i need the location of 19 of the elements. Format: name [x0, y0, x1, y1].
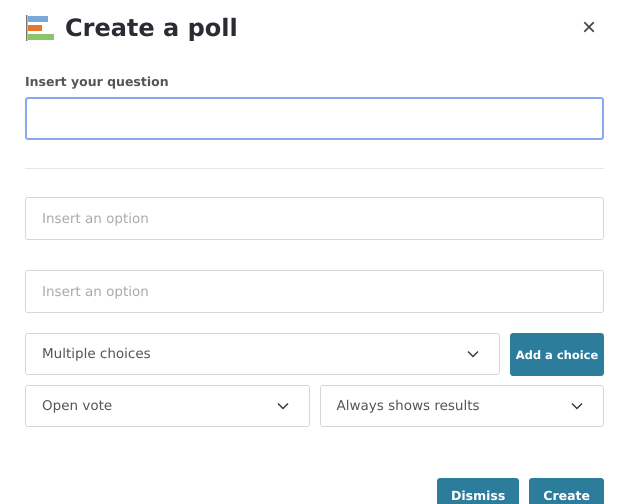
select-value: Always shows results	[336, 398, 480, 414]
choice-type-dropdown[interactable]: Multiple choices	[25, 333, 500, 375]
question-field[interactable]	[25, 97, 604, 140]
option-field[interactable]: Insert an option	[25, 197, 604, 240]
footer-button[interactable]: Dismiss	[436, 478, 520, 504]
chevron-down-icon	[467, 350, 479, 358]
select-value: Open vote	[42, 398, 112, 414]
vote-type-dropdown[interactable]: Open vote	[25, 385, 310, 427]
dialog-title: Create a poll	[65, 14, 238, 42]
close-button[interactable]: ×	[582, 16, 596, 40]
footer-button[interactable]: Create	[529, 478, 604, 504]
select-value: Multiple choices	[42, 346, 151, 362]
add-choice-button[interactable]: Add a choice	[510, 333, 604, 376]
chevron-down-icon	[276, 402, 288, 410]
bar-chart-icon	[25, 13, 55, 43]
chevron-down-icon	[571, 402, 583, 410]
results-mode-dropdown[interactable]: Always shows results	[320, 385, 604, 427]
question-label: Insert your question	[25, 74, 170, 89]
option-field[interactable]: Insert an option	[25, 270, 604, 313]
